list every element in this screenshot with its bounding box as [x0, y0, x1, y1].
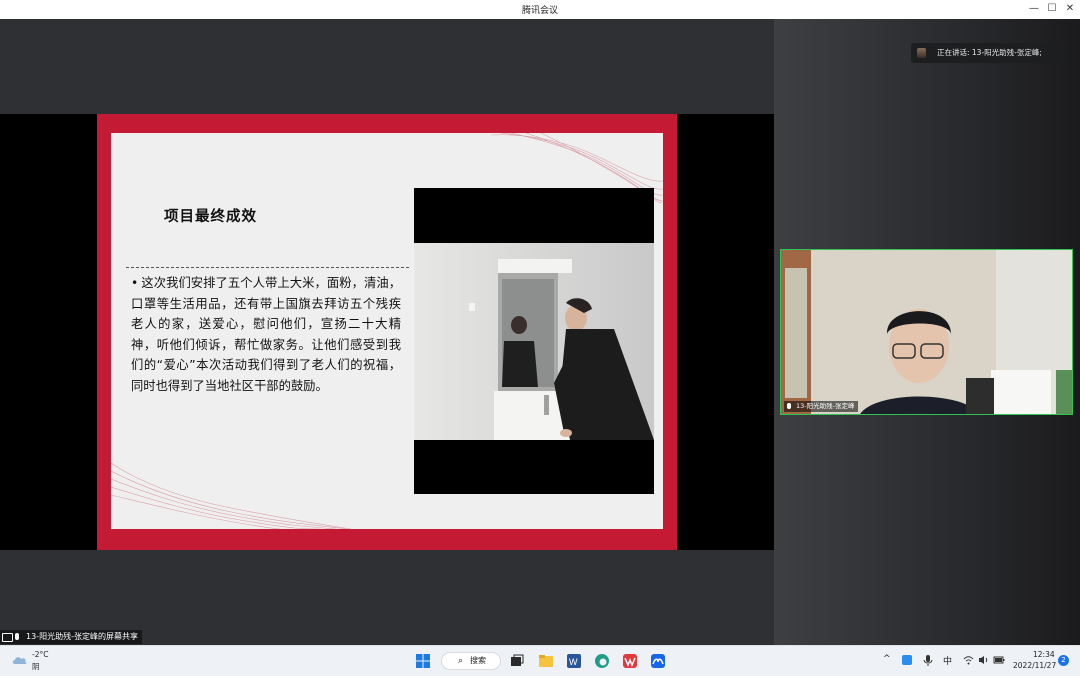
- participant-video-tile[interactable]: 13-阳光助残-张定峰: [780, 249, 1073, 415]
- weather-temperature[interactable]: -2°C: [32, 650, 48, 659]
- bullet-marker: •: [131, 276, 139, 290]
- svg-text:W: W: [569, 657, 578, 667]
- slide-body-text: 这次我们安排了五个人带上大米，面粉，清油，口罩等生活用品，还有带上国旗去拜访五个…: [131, 276, 401, 393]
- windows-start-icon[interactable]: [415, 653, 431, 669]
- battery-icon[interactable]: [993, 655, 1005, 665]
- taskbar: -2°C 阴 ⌕ 搜索 W ^ 中 12:34 2022/11/27 2: [0, 645, 1080, 676]
- file-explorer-icon[interactable]: [538, 653, 554, 669]
- shared-screen-area[interactable]: 项目最终成效 • 这次我们安排了五个人带上大米，面粉，清油，口罩等生活用品，还有带…: [0, 19, 774, 645]
- volume-icon[interactable]: [978, 655, 989, 665]
- minimize-button[interactable]: —: [1026, 2, 1042, 16]
- cloud-icon[interactable]: [12, 655, 28, 665]
- taskbar-search[interactable]: ⌕ 搜索: [441, 652, 501, 670]
- search-label: 搜索: [470, 656, 486, 665]
- screen-share-text: 13-阳光助残-张定峰的屏幕共享: [26, 632, 138, 641]
- slide-body: • 这次我们安排了五个人带上大米，面粉，清油，口罩等生活用品，还有带上国旗去拜访五…: [131, 273, 401, 396]
- participant-name: 13-阳光助残-张定峰: [796, 402, 855, 410]
- active-speaker-text: 正在讲话: 13-阳光助残-张定峰;: [937, 48, 1042, 57]
- decorative-swirl-bottom: [111, 462, 351, 529]
- wps-icon[interactable]: [622, 653, 638, 669]
- tray-chevron-icon[interactable]: ^: [883, 654, 891, 664]
- maximize-button[interactable]: ☐: [1044, 2, 1060, 16]
- screen-share-indicator[interactable]: 13-阳光助残-张定峰的屏幕共享: [0, 630, 142, 644]
- active-speaker-indicator: 正在讲话: 13-阳光助残-张定峰;: [911, 43, 1063, 63]
- participant-video-feed: [781, 250, 1072, 414]
- presentation-slide: 项目最终成效 • 这次我们安排了五个人带上大米，面粉，清油，口罩等生活用品，还有带…: [111, 133, 663, 529]
- screen-share-icon: [2, 633, 13, 642]
- mic-icon: [15, 633, 19, 640]
- mic-icon: [787, 403, 791, 409]
- edge-icon[interactable]: [594, 653, 610, 669]
- ime-indicator[interactable]: 中: [943, 654, 952, 667]
- photo-bathroom-scene: [414, 243, 654, 440]
- participant-name-label: 13-阳光助残-张定峰: [784, 401, 859, 412]
- title-bar: 腾讯会议 — ☐ ✕: [0, 0, 1080, 20]
- slide-photo: [414, 188, 654, 494]
- speaker-avatar-icon: [917, 48, 926, 58]
- wifi-icon[interactable]: [963, 655, 974, 665]
- weather-description[interactable]: 阴: [32, 661, 40, 672]
- word-icon[interactable]: W: [566, 653, 582, 669]
- tray-app-icon[interactable]: [901, 654, 913, 666]
- clock-date[interactable]: 2022/11/27: [1013, 661, 1056, 670]
- clock-time[interactable]: 12:34: [1033, 650, 1055, 659]
- close-button[interactable]: ✕: [1062, 2, 1078, 16]
- notification-badge[interactable]: 2: [1058, 655, 1069, 666]
- slide-divider: [126, 267, 409, 268]
- task-view-icon[interactable]: [509, 653, 525, 669]
- slide-title: 项目最终成效: [164, 209, 257, 225]
- window-title: 腾讯会议: [521, 6, 558, 16]
- tencent-meeting-icon[interactable]: [650, 653, 666, 669]
- slide-frame: 项目最终成效 • 这次我们安排了五个人带上大米，面粉，清油，口罩等生活用品，还有带…: [97, 114, 677, 550]
- search-icon: ⌕: [458, 656, 464, 666]
- mic-icon[interactable]: [923, 654, 933, 666]
